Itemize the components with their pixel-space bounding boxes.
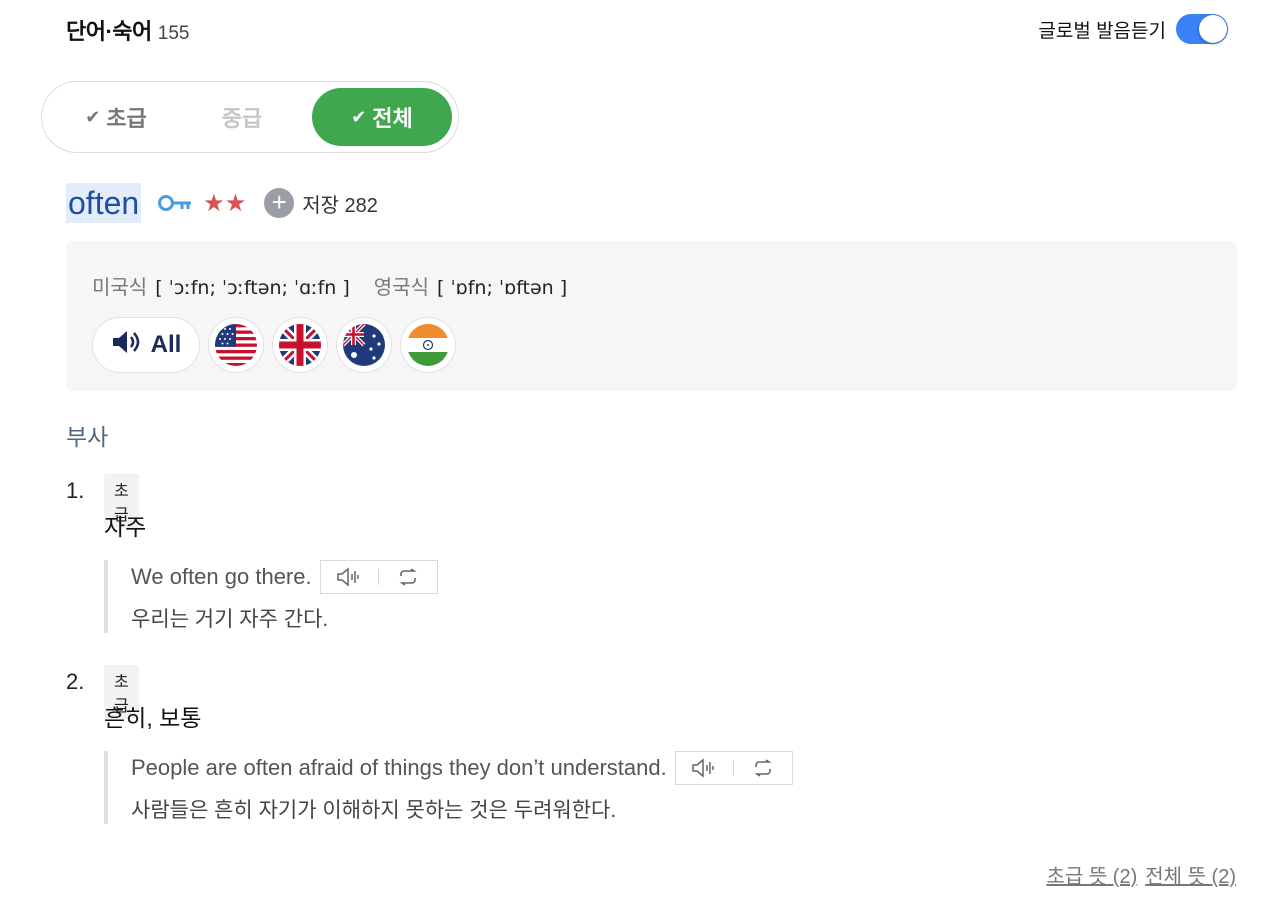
pronunciation-panel: 미국식 [ ˈɔːfn; ˈɔːftən; ˈɑːfn ] 영국식 [ ˈɒfn… bbox=[66, 241, 1237, 391]
global-audio-setting: 글로벌 발음듣기 bbox=[1038, 14, 1228, 44]
key-icon bbox=[157, 193, 193, 213]
global-audio-label: 글로벌 발음듣기 bbox=[1038, 20, 1166, 42]
in-flag-icon bbox=[407, 324, 449, 366]
speaker-icon[interactable] bbox=[321, 561, 379, 593]
us-ipa: [ ˈɔːfn; ˈɔːftən; ˈɑːfn ] bbox=[155, 277, 350, 299]
us-flag-icon bbox=[215, 324, 257, 366]
example-korean: 우리는 거기 자주 간다. bbox=[131, 608, 329, 631]
au-flag-icon bbox=[343, 324, 385, 366]
play-all-label: All bbox=[150, 331, 182, 358]
meaning-links: 초급 뜻 (2) 전체 뜻 (2) bbox=[1046, 860, 1236, 889]
tab-label: 전체 bbox=[372, 106, 413, 131]
tab-beginner[interactable]: ✔ 초급 bbox=[60, 88, 172, 146]
example-tools bbox=[674, 751, 793, 785]
global-audio-toggle[interactable] bbox=[1176, 14, 1228, 44]
section-header: 단어·숙어 155 bbox=[66, 14, 190, 50]
part-of-speech: 부사 bbox=[66, 424, 109, 450]
audio-buttons: All bbox=[92, 317, 456, 373]
tab-label: 초급 bbox=[106, 106, 147, 131]
section-title: 단어·숙어 bbox=[66, 19, 152, 44]
us-audio-button[interactable] bbox=[208, 317, 264, 373]
repeat-icon[interactable] bbox=[379, 561, 437, 593]
sense-number: 1. bbox=[66, 478, 85, 503]
word-count: 155 bbox=[157, 23, 190, 44]
example-tools bbox=[319, 560, 438, 594]
example-english-row: We often go there. bbox=[131, 560, 438, 594]
repeat-icon[interactable] bbox=[734, 752, 792, 784]
save-count[interactable]: 저장 282 bbox=[302, 189, 378, 218]
pronunciation-line: 미국식 [ ˈɔːfn; ˈɔːftən; ˈɑːfn ] 영국식 [ ˈɒfn… bbox=[92, 271, 591, 300]
uk-label: 영국식 bbox=[373, 277, 429, 299]
level-filter-tabs: ✔ 초급 중급 ✔ 전체 bbox=[41, 81, 459, 153]
uk-audio-button[interactable] bbox=[272, 317, 328, 373]
entry-header: often ★★ + 저장 282 bbox=[66, 182, 378, 224]
au-audio-button[interactable] bbox=[336, 317, 392, 373]
tab-all[interactable]: ✔ 전체 bbox=[312, 88, 452, 146]
uk-flag-icon bbox=[279, 324, 321, 366]
example-block: People are often afraid of things they d… bbox=[104, 751, 793, 824]
example-english-row: People are often afraid of things they d… bbox=[131, 751, 793, 785]
beginner-meanings-link[interactable]: 초급 뜻 (2) bbox=[1046, 860, 1137, 889]
play-all-button[interactable]: All bbox=[92, 317, 200, 373]
sense-meaning: 흔히, 보통 bbox=[104, 705, 202, 731]
us-label: 미국식 bbox=[92, 277, 148, 299]
example-english: We often go there. bbox=[131, 564, 312, 589]
all-meanings-link[interactable]: 전체 뜻 (2) bbox=[1145, 860, 1236, 889]
example-korean: 사람들은 흔히 자기가 이해하지 못하는 것은 두려워한다. bbox=[131, 799, 617, 822]
check-icon: ✔ bbox=[85, 106, 101, 127]
check-icon: ✔ bbox=[351, 106, 367, 127]
example-block: We often go there. 우리는 거기 자주 간다. bbox=[104, 560, 438, 633]
sense-meaning: 자주 bbox=[104, 514, 147, 540]
tab-label: 중급 bbox=[221, 106, 263, 131]
tab-intermediate[interactable]: 중급 bbox=[172, 88, 312, 146]
sense-number: 2. bbox=[66, 669, 85, 694]
headword[interactable]: often bbox=[66, 183, 142, 223]
speaker-icon[interactable] bbox=[676, 752, 734, 784]
plus-icon[interactable]: + bbox=[264, 188, 295, 218]
uk-ipa: [ ˈɒfn; ˈɒftən ] bbox=[437, 277, 568, 299]
speaker-icon bbox=[111, 329, 141, 362]
example-english: People are often afraid of things they d… bbox=[131, 755, 667, 780]
importance-stars: ★★ bbox=[203, 189, 247, 217]
in-audio-button[interactable] bbox=[400, 317, 456, 373]
toggle-knob bbox=[1199, 15, 1227, 43]
